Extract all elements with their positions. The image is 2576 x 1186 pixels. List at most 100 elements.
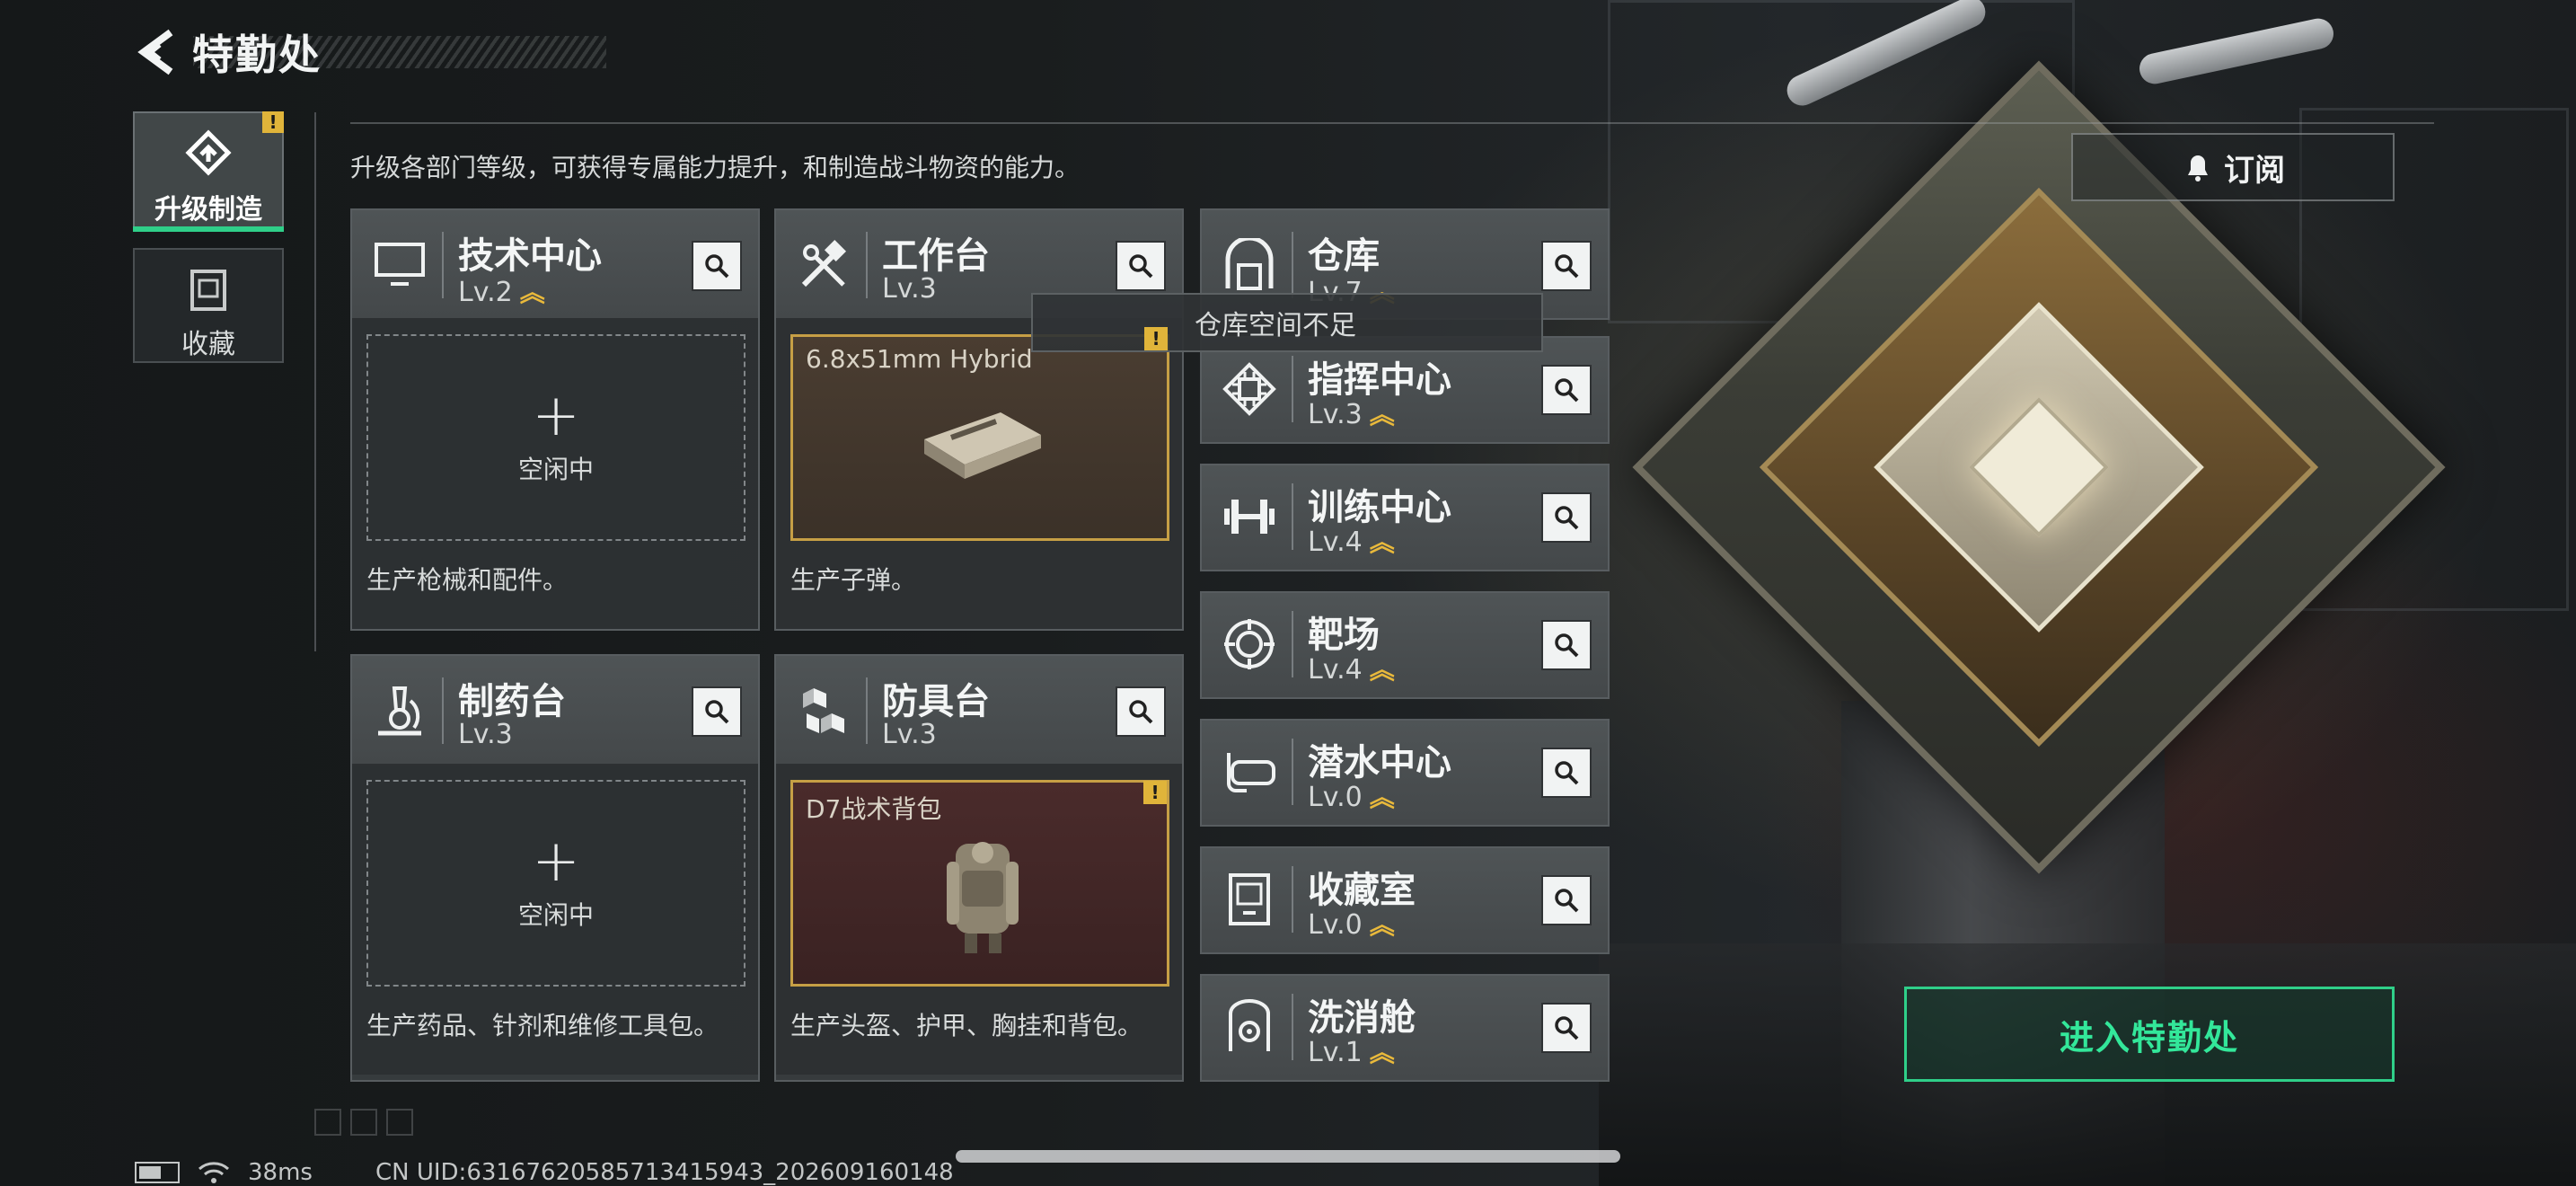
- card-body: 6.8x51mm Hybrid 生产子弹。: [776, 320, 1182, 629]
- bell-icon: [2188, 155, 2208, 181]
- production-slot-idle[interactable]: + 空闲中: [366, 334, 745, 541]
- search-button[interactable]: [1541, 365, 1592, 415]
- facility-card-shooting-range[interactable]: 靶场 Lv.4 ︽: [1200, 591, 1610, 699]
- facility-level: Lv.1 ︽: [1308, 1037, 1395, 1068]
- production-slot-idle[interactable]: + 空闲中: [366, 780, 745, 987]
- double-chevron-up-icon: ︽: [1369, 400, 1395, 429]
- facility-name: 制药台: [458, 681, 566, 722]
- tab-label: 升级制造: [154, 194, 262, 226]
- production-slot-busy[interactable]: ! D7战术背包: [790, 780, 1169, 987]
- search-button[interactable]: [1541, 875, 1592, 925]
- magnifier-icon: [1555, 633, 1579, 658]
- facility-level: Lv.0 ︽: [1308, 909, 1395, 941]
- facility-name: 技术中心: [458, 235, 602, 277]
- separator: [1292, 611, 1293, 677]
- section-description: 升级各部门等级，可获得专属能力提升，和制造战斗物资的能力。: [350, 153, 1081, 182]
- tab-collection[interactable]: 收藏: [133, 248, 284, 363]
- separator: [1292, 483, 1293, 550]
- dumbbell-icon: [1218, 485, 1281, 548]
- facility-card-pharmacy[interactable]: 制药台 Lv.3 + 空闲中 生产药品、针剂和维修工具包。: [350, 654, 760, 1082]
- divider: [314, 112, 316, 651]
- facility-card-armor-bench[interactable]: 防具台 Lv.3 ! D7战术背包 生产头盔、护甲、胸挂和背包。: [774, 654, 1184, 1082]
- search-button[interactable]: [1541, 1003, 1592, 1053]
- facility-level: Lv.2 ︽: [458, 277, 545, 308]
- search-button[interactable]: [1541, 620, 1592, 670]
- search-button[interactable]: [1541, 241, 1592, 291]
- facility-card-tech-center[interactable]: 技术中心 Lv.2 ︽ + 空闲中 生产枪械和配件。: [350, 208, 760, 631]
- separator: [442, 677, 444, 744]
- enter-button-label: 进入特勤处: [2059, 1017, 2239, 1058]
- magnifier-icon: [1555, 889, 1579, 913]
- search-button[interactable]: [1541, 748, 1592, 798]
- slot-item-name: D7战术背包: [806, 794, 942, 824]
- page-header: 特勤处: [133, 25, 322, 79]
- tooltip-text: 仓库空间不足: [1195, 310, 1356, 341]
- production-slot-busy[interactable]: 6.8x51mm Hybrid: [790, 334, 1169, 541]
- ammo-box-icon: [924, 412, 1041, 479]
- tab-label: 收藏: [181, 329, 235, 360]
- subscribe-button[interactable]: 订阅: [2071, 133, 2395, 201]
- warehouse-icon: [1218, 234, 1281, 296]
- separator: [1292, 232, 1293, 298]
- home-indicator[interactable]: [956, 1150, 1620, 1163]
- user-uid: CN UID:63167620585713415943_202609160148: [375, 1159, 954, 1186]
- double-chevron-up-icon: ︽: [1369, 910, 1395, 940]
- upgrade-craft-icon: [185, 129, 232, 176]
- separator: [866, 232, 868, 298]
- facility-level: Lv.3: [458, 719, 513, 750]
- display-case-icon: [1218, 868, 1281, 931]
- facility-level: Lv.3: [882, 273, 937, 305]
- separator: [1292, 356, 1293, 422]
- facility-level: Lv.0 ︽: [1308, 782, 1395, 813]
- warning-badge: !: [1143, 781, 1167, 804]
- double-chevron-up-icon: ︽: [1369, 527, 1395, 557]
- card-body: + 空闲中 生产枪械和配件。: [352, 320, 758, 629]
- plus-icon: +: [532, 383, 580, 449]
- search-button[interactable]: [692, 241, 742, 291]
- card-header: 技术中心 Lv.2 ︽: [352, 210, 758, 320]
- search-button[interactable]: [1116, 241, 1166, 291]
- divider: [350, 122, 2434, 124]
- magnifier-icon: [1555, 378, 1579, 403]
- tab-upgrade-craft[interactable]: ! 升级制造: [133, 111, 284, 232]
- facility-card-collection-room[interactable]: 收藏室 Lv.0 ︽: [1200, 846, 1610, 954]
- facility-card-diving-center[interactable]: 潜水中心 Lv.0 ︽: [1200, 719, 1610, 827]
- facility-card-training-center[interactable]: 训练中心 Lv.4 ︽: [1200, 464, 1610, 571]
- slot-status: 空闲中: [517, 455, 594, 484]
- facility-card-decon-chamber[interactable]: 洗消舱 Lv.1 ︽: [1200, 974, 1610, 1082]
- separator: [1292, 739, 1293, 805]
- facility-name: 工作台: [882, 235, 990, 277]
- facility-level: Lv.3: [882, 719, 937, 750]
- magnifier-icon: [1129, 254, 1153, 279]
- warehouse-full-tooltip: 仓库空间不足: [1031, 293, 1543, 352]
- magnifier-icon: [1555, 1016, 1579, 1040]
- enter-special-ops-button[interactable]: 进入特勤处: [1904, 987, 2395, 1082]
- facility-description: 生产头盔、护甲、胸挂和背包。: [790, 1011, 1143, 1040]
- double-chevron-up-icon: ︽: [519, 278, 545, 307]
- double-chevron-up-icon: ︽: [1369, 1038, 1395, 1067]
- warning-badge: !: [1144, 327, 1168, 350]
- search-button[interactable]: [692, 686, 742, 737]
- wifi-icon: [198, 1162, 229, 1183]
- facility-card-command-center[interactable]: 指挥中心 Lv.3 ︽: [1200, 336, 1610, 444]
- magnifier-icon: [705, 254, 729, 279]
- collection-icon: [190, 270, 226, 311]
- microscope-icon: [368, 679, 431, 742]
- search-button[interactable]: [1116, 686, 1166, 737]
- facility-card-workbench[interactable]: 工作台 Lv.3 6.8x51mm Hybrid 生产子弹。: [774, 208, 1184, 631]
- monitor-icon: [368, 234, 431, 296]
- decoration-squares: [314, 1109, 413, 1136]
- back-button[interactable]: [133, 27, 180, 77]
- card-body: ! D7战术背包 生产头盔、护甲、胸挂和背包。: [776, 766, 1182, 1075]
- search-button[interactable]: [1541, 492, 1592, 543]
- facility-name: 防具台: [882, 681, 990, 722]
- magnifier-icon: [1129, 700, 1153, 724]
- hammer-wrench-icon: [792, 234, 855, 296]
- target-icon: [1218, 613, 1281, 676]
- facility-level: Lv.3 ︽: [1308, 399, 1395, 430]
- chip-icon: [1218, 358, 1281, 420]
- separator: [442, 232, 444, 298]
- magnifier-icon: [1555, 761, 1579, 785]
- card-body: + 空闲中 生产药品、针剂和维修工具包。: [352, 766, 758, 1075]
- facility-description: 生产子弹。: [790, 565, 917, 595]
